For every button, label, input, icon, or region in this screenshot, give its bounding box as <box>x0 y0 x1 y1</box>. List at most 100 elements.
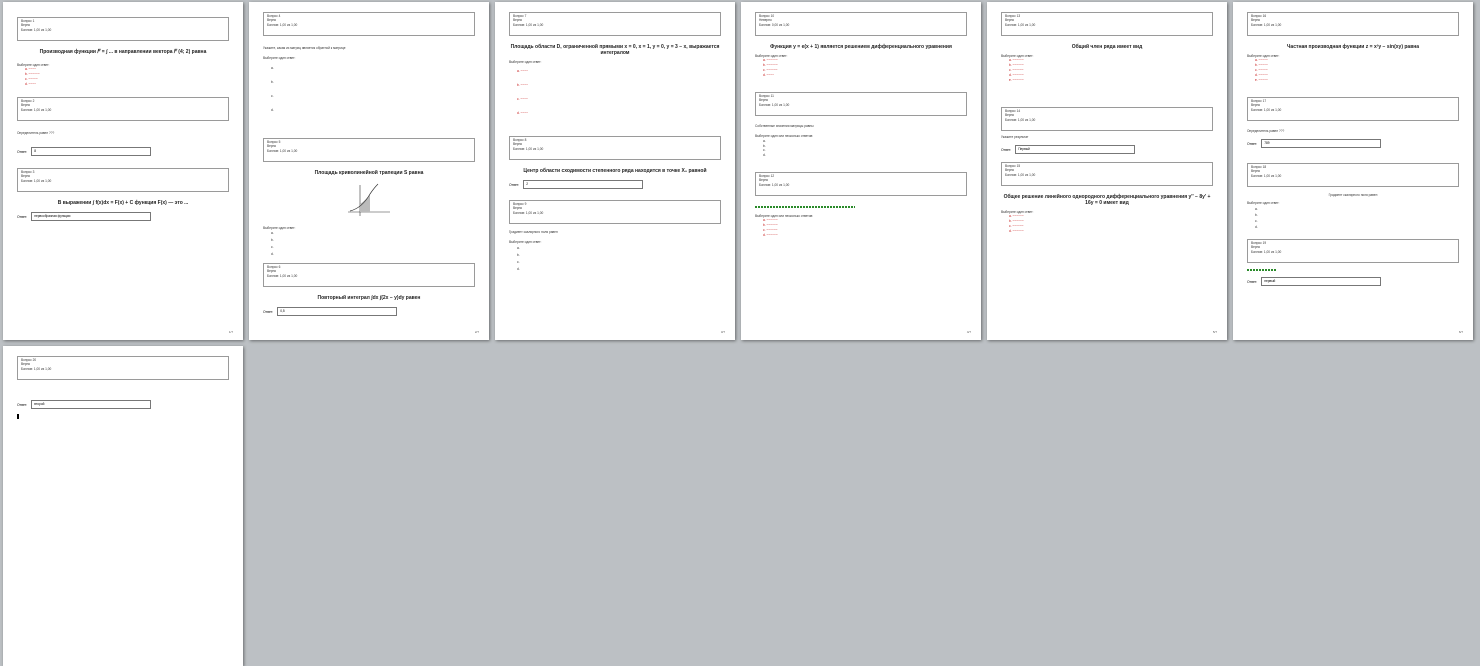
question-header: Вопрос 18 Верно Баллов: 1,00 из 1,00 <box>1247 163 1459 187</box>
page-number: 1/7 <box>228 330 233 334</box>
question-title: Общее решение линейного однородного дифф… <box>1003 194 1211 206</box>
option[interactable]: d. <box>263 251 475 258</box>
question-title: Площадь криволинейной трапеции S равна <box>314 170 424 176</box>
option[interactable]: d. <box>263 103 475 117</box>
answer-label: Ответ: <box>17 402 28 407</box>
question-score: Баллов: 1,00 из 1,00 <box>1251 107 1282 112</box>
option[interactable]: b. <box>509 252 721 259</box>
question-title: Градиент скалярного поля равен <box>1328 193 1378 197</box>
answer-label: Ответ: <box>17 149 28 154</box>
question-9: Вопрос 9 Верно Баллов: 1,00 из 1,00 Град… <box>509 200 721 273</box>
question-title: Укажите результат <box>1001 135 1029 139</box>
answer-label: Ответ: <box>1247 141 1258 146</box>
option[interactable]: d. <box>509 266 721 273</box>
answer-label: Ответ: <box>509 182 520 187</box>
question-10: Вопрос 10 Неверно Баллов: 0,00 из 1,00 Ф… <box>755 12 967 78</box>
answer-field[interactable]: 8 <box>31 147 152 157</box>
answer-field[interactable]: Первый <box>1015 145 1136 155</box>
text-cursor <box>17 414 19 419</box>
document-page-1: Вопрос 1 Верно Баллов: 1,00 из 1,00 Прои… <box>3 2 243 340</box>
option[interactable]: d. ~~~~~~ <box>755 233 967 238</box>
question-score: Баллов: 0,00 из 1,00 <box>759 22 790 27</box>
question-header: Вопрос 19 Верно Баллов: 1,00 из 1,00 <box>1247 239 1459 263</box>
document-page-2: Вопрос 4 Верно Баллов: 1,00 из 1,00 Укаж… <box>249 2 489 340</box>
answer-field[interactable]: первообразная функции <box>31 212 152 221</box>
question-score: Баллов: 1,00 из 1,00 <box>21 27 52 32</box>
option[interactable]: a. <box>263 230 475 237</box>
page-number: 3/7 <box>720 330 725 334</box>
answer-label: Ответ: <box>263 309 274 314</box>
option[interactable]: b. <box>263 75 475 89</box>
question-2: Вопрос 2 Верно Баллов: 1,00 из 1,00 Опре… <box>17 97 229 157</box>
answer-label: Ответ: <box>1247 279 1258 284</box>
question-header: Вопрос 4 Верно Баллов: 1,00 из 1,00 <box>263 12 475 36</box>
page-number: 6/7 <box>1458 330 1463 334</box>
option[interactable]: b. <box>263 237 475 244</box>
question-title: Определитель равен ??? <box>1247 129 1285 133</box>
question-title: Производная функции 𝐹 = ∫ ... в направле… <box>39 49 207 55</box>
question-title: Определитель <box>17 131 39 135</box>
question-title: Частная производная функции z = x²y − si… <box>1286 44 1420 50</box>
document-page-3: Вопрос 7 Верно Баллов: 1,00 из 1,00 Площ… <box>495 2 735 340</box>
question-15: Вопрос 15 Верно Баллов: 1,00 из 1,00 Общ… <box>1001 162 1213 234</box>
answer-field[interactable]: 789 <box>1261 139 1382 149</box>
question-header: Вопрос 6 Верно Баллов: 1,00 из 1,00 <box>263 263 475 287</box>
question-header: Вопрос 16 Верно Баллов: 1,00 из 1,00 <box>1247 12 1459 36</box>
question-title: Площадь области D, ограниченной прямыми … <box>510 44 720 56</box>
question-8: Вопрос 8 Верно Баллов: 1,00 из 1,00 Цент… <box>509 136 721 189</box>
option[interactable]: d. ~~~~ <box>755 73 967 78</box>
question-score: Баллов: 1,00 из 1,00 <box>1251 173 1282 178</box>
question-score: Баллов: 1,00 из 1,00 <box>759 102 790 107</box>
option[interactable]: c. <box>509 259 721 266</box>
option[interactable]: a. <box>509 245 721 252</box>
option[interactable]: e. ~~~~~~ <box>1001 78 1213 83</box>
question-header: Вопрос 13 Верно Баллов: 1,00 из 1,00 <box>1001 12 1213 36</box>
question-score: Баллов: 1,00 из 1,00 <box>513 210 544 215</box>
question-title: Общий член ряда имеет вид <box>1071 44 1143 50</box>
question-header: Вопрос 14 Верно Баллов: 1,00 из 1,00 <box>1001 107 1213 131</box>
question-score: Баллов: 1,00 из 1,00 <box>1251 249 1282 254</box>
question-title: Укажите, какая из матриц является обратн… <box>263 46 346 50</box>
option[interactable]: a. ~~~~ <box>509 64 721 78</box>
question-6: Вопрос 6 Верно Баллов: 1,00 из 1,00 Повт… <box>263 263 475 316</box>
question-score: Баллов: 1,00 из 1,00 <box>1005 117 1036 122</box>
question-header: Вопрос 20 Верно Баллов: 1,00 из 1,00 <box>17 356 229 380</box>
option[interactable]: d. ~~~~ <box>17 82 229 87</box>
page-number: 5/7 <box>1212 330 1217 334</box>
option[interactable]: c. <box>263 244 475 251</box>
option[interactable]: a. <box>263 61 475 75</box>
question-12: Вопрос 12 Верно Баллов: 1,00 из 1,00 Выб… <box>755 172 967 238</box>
question-3: Вопрос 3 Верно Баллов: 1,00 из 1,00 В вы… <box>17 168 229 221</box>
option[interactable]: c. <box>263 89 475 103</box>
answer-field[interactable]: второй <box>31 400 152 409</box>
question-header: Вопрос 5 Верно Баллов: 1,00 из 1,00 <box>263 138 475 162</box>
question-7: Вопрос 7 Верно Баллов: 1,00 из 1,00 Площ… <box>509 12 721 120</box>
option[interactable]: d. ~~~~ <box>509 106 721 120</box>
answer-field[interactable]: первый <box>1261 277 1382 286</box>
question-header: Вопрос 15 Верно Баллов: 1,00 из 1,00 <box>1001 162 1213 186</box>
question-title: Собственные значения матрицы равны <box>755 124 814 128</box>
question-19: Вопрос 19 Верно Баллов: 1,00 из 1,00 Отв… <box>1247 239 1459 286</box>
answer-field[interactable]: 2 <box>523 180 644 189</box>
option[interactable]: b. ~~~~ <box>509 78 721 92</box>
question-header: Вопрос 11 Верно Баллов: 1,00 из 1,00 <box>755 92 967 116</box>
answer-label: Ответ: <box>1001 147 1012 152</box>
option[interactable]: d. <box>1247 224 1459 230</box>
question-title: В выражении ∫ f(x)dx = F(x) + C функция … <box>57 200 189 206</box>
option[interactable]: d. ~~~~~~ <box>1001 229 1213 234</box>
option[interactable]: e. ~~~~~ <box>1247 78 1459 83</box>
question-header: Вопрос 17 Верно Баллов: 1,00 из 1,00 <box>1247 97 1459 121</box>
document-page-4: Вопрос 10 Неверно Баллов: 0,00 из 1,00 Ф… <box>741 2 981 340</box>
question-13: Вопрос 13 Верно Баллов: 1,00 из 1,00 Общ… <box>1001 12 1213 82</box>
option[interactable]: c. ~~~~ <box>509 92 721 106</box>
underlined-text <box>1247 269 1277 271</box>
option[interactable]: d. <box>755 153 967 158</box>
question-score: Баллов: 1,00 из 1,00 <box>1251 22 1282 27</box>
answer-label: Ответ: <box>17 214 28 219</box>
answer-field[interactable]: 0,5 <box>277 307 398 316</box>
underlined-text <box>755 206 855 208</box>
question-header: Вопрос 7 Верно Баллов: 1,00 из 1,00 <box>509 12 721 36</box>
question-1: Вопрос 1 Верно Баллов: 1,00 из 1,00 Прои… <box>17 17 229 87</box>
document-page-5: Вопрос 13 Верно Баллов: 1,00 из 1,00 Общ… <box>987 2 1227 340</box>
question-score: Баллов: 1,00 из 1,00 <box>21 366 52 371</box>
